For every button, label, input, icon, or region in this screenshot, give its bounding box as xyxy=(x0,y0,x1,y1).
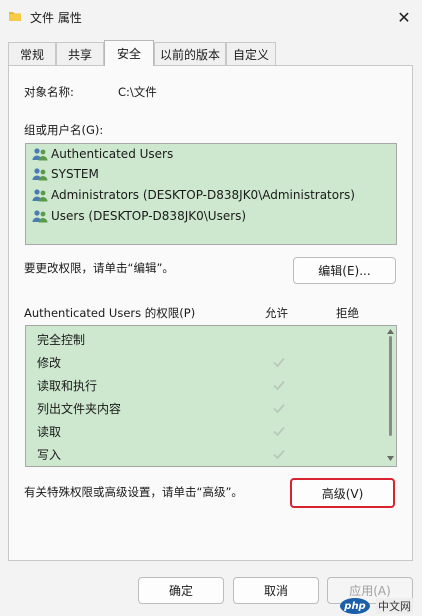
permissions-list[interactable]: 完全控制 修改 读取和执行 列出文件夹内容 读取 写入 xyxy=(25,325,397,467)
table-row: 修改 xyxy=(37,355,62,370)
scrollbar-thumb[interactable] xyxy=(389,336,392,436)
tab-security[interactable]: 安全 xyxy=(104,40,154,66)
groups-listbox[interactable]: Authenticated Users SYSTEM Administrator… xyxy=(25,143,397,245)
allow-check-icon xyxy=(273,403,285,414)
table-row: 列出文件夹内容 xyxy=(37,401,122,416)
groups-label: 组或用户名(G): xyxy=(24,123,104,137)
folder-icon xyxy=(9,12,21,21)
deny-header: 拒绝 xyxy=(336,306,359,320)
permissions-label: Authenticated Users 的权限(P) xyxy=(24,306,196,320)
users-group-icon xyxy=(32,148,48,161)
table-row: 读取和执行 xyxy=(37,378,98,393)
allow-header: 允许 xyxy=(265,306,288,320)
tab-sharing[interactable]: 共享 xyxy=(56,42,104,65)
users-group-icon xyxy=(32,168,48,181)
advanced-hint: 有关特殊权限或高级设置，请单击“高级”。 xyxy=(24,485,243,499)
edit-button[interactable]: 编辑(E)... xyxy=(293,257,396,284)
ok-button[interactable]: 确定 xyxy=(138,577,224,604)
title-bar: 文件 属性 ✕ xyxy=(0,0,422,34)
advanced-button[interactable]: 高级(V) xyxy=(290,478,395,508)
tab-previous-versions[interactable]: 以前的版本 xyxy=(154,42,226,65)
table-row: 写入 xyxy=(37,447,62,462)
watermark-text: 中文网 xyxy=(376,598,413,614)
list-item[interactable]: Administrators (DESKTOP-D838JK0\Administ… xyxy=(32,185,355,205)
users-group-icon xyxy=(32,210,48,223)
window-title: 文件 属性 xyxy=(30,11,82,25)
php-logo: php xyxy=(340,598,370,614)
close-button[interactable]: ✕ xyxy=(392,6,416,28)
watermark: php 中文网 xyxy=(340,598,413,614)
list-item[interactable]: SYSTEM xyxy=(32,164,99,184)
tab-customize[interactable]: 自定义 xyxy=(226,42,276,65)
edit-hint: 要更改权限，请单击“编辑”。 xyxy=(24,261,174,275)
allow-check-icon xyxy=(273,357,285,368)
list-item[interactable]: Users (DESKTOP-D838JK0\Users) xyxy=(32,206,246,226)
allow-check-icon xyxy=(273,380,285,391)
table-row: 完全控制 xyxy=(37,332,86,347)
allow-check-icon xyxy=(273,449,285,460)
object-name-label: 对象名称: xyxy=(24,85,74,99)
tab-general[interactable]: 常规 xyxy=(8,42,56,65)
users-group-icon xyxy=(32,189,48,202)
table-row: 读取 xyxy=(37,424,62,439)
scroll-down-icon[interactable] xyxy=(387,456,394,461)
allow-check-icon xyxy=(273,426,285,437)
close-icon: ✕ xyxy=(397,7,411,27)
cancel-button[interactable]: 取消 xyxy=(233,577,319,604)
object-name-value: C:\文件 xyxy=(118,85,157,99)
list-item[interactable]: Authenticated Users xyxy=(32,144,173,164)
scroll-up-icon[interactable] xyxy=(387,329,394,334)
